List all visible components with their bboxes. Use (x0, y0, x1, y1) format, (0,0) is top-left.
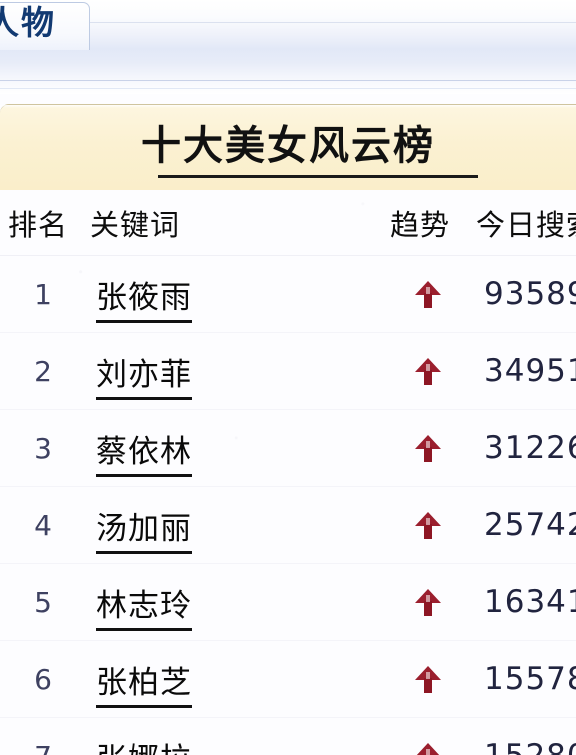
keyword-link[interactable]: 汤加丽 (96, 510, 192, 554)
cell-rank: 7 (0, 740, 86, 755)
table-header-row: 排名 关键词 趋势 今日搜索 (0, 190, 576, 256)
cell-today-search: 15578 (470, 661, 576, 697)
cell-keyword: 刘亦菲 (86, 349, 386, 400)
search-count: 16341 (484, 584, 576, 620)
header-label-today-search: 今日搜索 (476, 207, 576, 242)
cell-today-search: 93589 (470, 276, 576, 312)
rank-number: 2 (34, 354, 52, 388)
table-row: 7 张娜拉 15280 (0, 718, 576, 755)
rank-number: 4 (34, 508, 52, 542)
rank-number: 5 (34, 585, 52, 619)
arrow-up-icon (415, 279, 441, 309)
cell-keyword: 张娜拉 (86, 734, 386, 755)
header-label-keyword: 关键词 (90, 207, 181, 242)
cell-today-search: 16341 (470, 584, 576, 620)
search-count: 31226 (484, 430, 576, 466)
cell-keyword: 林志玲 (86, 580, 386, 631)
rank-number: 7 (34, 740, 52, 755)
keyword-link[interactable]: 张柏芝 (96, 664, 192, 708)
cell-today-search: 15280 (470, 738, 576, 755)
cell-trend (386, 664, 470, 694)
cell-trend (386, 510, 470, 540)
cell-rank: 4 (0, 509, 86, 542)
cell-rank: 5 (0, 586, 86, 619)
cell-keyword: 蔡依林 (86, 426, 386, 477)
header-cell-trend: 趋势 (386, 202, 470, 244)
cell-keyword: 张筱雨 (86, 272, 386, 323)
screenshot-root: 人物 十大美女风云榜 排名 关键词 趋势 今日搜索 1 张筱雨 93589 2 刘亦菲 3… (0, 0, 576, 755)
arrow-up-icon (415, 741, 441, 755)
keyword-link[interactable]: 林志玲 (96, 587, 192, 631)
rank-number: 3 (34, 431, 52, 465)
panel-gloss (0, 105, 576, 108)
header-cell-today-search: 今日搜索 (470, 202, 576, 244)
search-count: 93589 (484, 276, 576, 312)
header-cell-keyword: 关键词 (86, 202, 386, 244)
keyword-link[interactable]: 蔡依林 (96, 433, 192, 477)
header-label-trend: 趋势 (390, 207, 451, 242)
cell-rank: 6 (0, 663, 86, 696)
tab-people-label: 人物 (0, 3, 56, 42)
arrow-up-icon (415, 433, 441, 463)
cell-rank: 1 (0, 278, 86, 311)
table-row: 4 汤加丽 25742 (0, 487, 576, 564)
cell-keyword: 张柏芝 (86, 657, 386, 708)
search-count: 15280 (484, 738, 576, 755)
arrow-up-icon (415, 587, 441, 617)
page-title: 十大美女风云榜 (141, 122, 435, 169)
cell-trend (386, 587, 470, 617)
chrome-divider-bottom-2 (0, 88, 576, 89)
arrow-up-icon (415, 510, 441, 540)
table-row: 1 张筱雨 93589 (0, 256, 576, 333)
keyword-link[interactable]: 刘亦菲 (96, 356, 192, 400)
keyword-link[interactable]: 张筱雨 (96, 279, 192, 323)
keyword-link[interactable]: 张娜拉 (96, 741, 192, 755)
search-count: 34951 (484, 353, 576, 389)
header-label-rank: 排名 (8, 207, 69, 242)
cell-trend (386, 433, 470, 463)
chrome-divider-bottom (0, 80, 576, 81)
arrow-up-icon (415, 356, 441, 386)
cell-rank: 3 (0, 432, 86, 465)
search-count: 15578 (484, 661, 576, 697)
table-row: 2 刘亦菲 34951 (0, 333, 576, 410)
cell-keyword: 汤加丽 (86, 503, 386, 554)
cell-trend (386, 356, 470, 386)
rank-number: 6 (34, 662, 52, 696)
header-cell-rank: 排名 (0, 202, 86, 244)
cell-trend (386, 279, 470, 309)
ranking-table: 排名 关键词 趋势 今日搜索 1 张筱雨 93589 2 刘亦菲 34951 3 蔡依林 312… (0, 190, 576, 755)
table-row: 3 蔡依林 31226 (0, 410, 576, 487)
cell-rank: 2 (0, 355, 86, 388)
cell-today-search: 31226 (470, 430, 576, 466)
cell-today-search: 34951 (470, 353, 576, 389)
cell-trend (386, 741, 470, 755)
ranking-title-panel: 十大美女风云榜 (0, 104, 576, 190)
title-underline (158, 175, 478, 178)
search-count: 25742 (484, 507, 576, 543)
rank-number: 1 (34, 277, 52, 311)
table-row: 6 张柏芝 15578 (0, 641, 576, 718)
cell-today-search: 25742 (470, 507, 576, 543)
browser-chrome-bar: 人物 (0, 0, 576, 94)
table-row: 5 林志玲 16341 (0, 564, 576, 641)
arrow-up-icon (415, 664, 441, 694)
